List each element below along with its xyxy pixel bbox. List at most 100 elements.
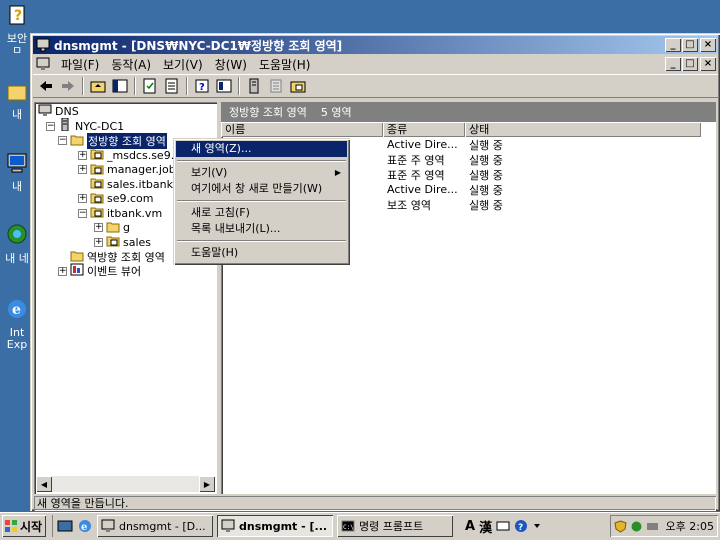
menu-file[interactable]: 파일(F): [55, 56, 105, 73]
tree-node[interactable]: − NYC-DC1: [46, 117, 124, 134]
records-button[interactable]: [265, 76, 287, 96]
console-body: DNS − NYC-DC1− 정방향 조회 영역 + _msdcs.se9. + manage…: [34, 102, 716, 494]
tree-expander[interactable]: +: [58, 266, 67, 276]
svg-text:?: ?: [518, 523, 523, 533]
up-level-button[interactable]: [87, 76, 109, 96]
properties-button[interactable]: [139, 76, 161, 96]
tree-expander[interactable]: +: [94, 237, 103, 247]
internet-explorer-icon[interactable]: e: [77, 518, 93, 534]
show-desktop-icon[interactable]: [57, 518, 73, 534]
forward-button[interactable]: [57, 76, 79, 96]
dns-icon: [36, 38, 50, 52]
maximize-button[interactable]: □: [682, 38, 698, 52]
desktop-icon-network[interactable]: 내 네: [0, 222, 34, 265]
internet-explorer-icon: e: [8, 300, 26, 318]
desktop-icon-computer[interactable]: 내: [0, 150, 34, 193]
toolbar-separator: [186, 77, 188, 95]
tree-node[interactable]: + sales: [94, 235, 151, 250]
scroll-left-icon[interactable]: ◀: [36, 476, 52, 492]
tree-node[interactable]: sales.itbank.: [78, 177, 176, 192]
taskbar-button[interactable]: dnsmgmt - [D...: [97, 515, 213, 537]
menu-separator: [177, 240, 346, 242]
minimize-button[interactable]: _: [665, 38, 681, 52]
help-icon: ?: [195, 79, 209, 93]
menu-separator: [177, 200, 346, 202]
tree-expander[interactable]: −: [58, 136, 67, 145]
context-menu-item[interactable]: 도움말(H): [176, 245, 347, 261]
column-status[interactable]: 상태: [465, 122, 701, 137]
tree-node[interactable]: + manager.jobl: [78, 162, 179, 177]
ime-keyboard-icon[interactable]: [496, 519, 510, 533]
tree-expander[interactable]: +: [78, 150, 87, 160]
context-menu-item[interactable]: 보기(V) ▶: [176, 165, 347, 181]
desktop-icon-label: 내: [11, 181, 23, 193]
dns-icon: [38, 104, 55, 120]
menu-help[interactable]: 도움말(H): [253, 56, 317, 73]
svg-text:?: ?: [14, 8, 22, 24]
zone-status: 실행 중: [469, 138, 503, 152]
tree-node-label: manager.jobl: [107, 163, 179, 176]
back-arrow-icon: [40, 81, 52, 91]
help-button[interactable]: ?: [191, 76, 213, 96]
close-button[interactable]: ×: [700, 38, 716, 52]
toolbar: ?: [33, 74, 718, 98]
tree-node[interactable]: + 이벤트 뷰어: [58, 263, 141, 279]
menu-view[interactable]: 보기(V): [157, 56, 209, 73]
tree-node[interactable]: + g: [94, 220, 130, 235]
desktop-icon-security[interactable]: ? 보안 ㅁ: [0, 2, 34, 57]
desktop-icon-ie[interactable]: e Int Exp: [0, 296, 34, 351]
tree-node[interactable]: DNS: [38, 104, 79, 119]
scroll-right-icon[interactable]: ▶: [199, 476, 215, 492]
tree-expander[interactable]: +: [94, 223, 103, 232]
zone-button[interactable]: [287, 76, 309, 96]
tree-expander[interactable]: +: [78, 165, 87, 174]
tree-node[interactable]: − 정방향 조회 영역: [58, 132, 167, 149]
desktop-icon-documents[interactable]: 내: [0, 78, 34, 121]
desktop-icon-label: Int: [9, 327, 25, 339]
taskbar-button[interactable]: C:\ 명령 프롬프트: [337, 515, 453, 537]
clock[interactable]: 오후 2:05: [666, 518, 714, 534]
context-menu-item[interactable]: 여기에서 창 새로 만들기(W): [176, 181, 347, 197]
tree-expander[interactable]: +: [78, 194, 87, 203]
child-restore-button[interactable]: □: [682, 57, 698, 71]
child-minimize-button[interactable]: _: [665, 57, 681, 71]
export-list-button[interactable]: [161, 76, 183, 96]
back-button[interactable]: [35, 76, 57, 96]
network-tray-icon[interactable]: [630, 520, 643, 533]
console-icon[interactable]: [35, 56, 51, 72]
context-menu: 새 영역(Z)... 보기(V) ▶ 여기에서 창 새로 만들기(W) 새로 고침(F)…: [173, 138, 350, 265]
tree-node[interactable]: − itbank.vm: [78, 206, 162, 221]
ime-mode[interactable]: A: [465, 519, 475, 534]
menu-window[interactable]: 창(W): [209, 56, 253, 73]
tree-expander[interactable]: −: [46, 121, 55, 131]
details-header: 정방향 조회 영역 5 영역: [221, 102, 716, 122]
desktop-icon-label: ㅁ: [11, 45, 23, 57]
column-type[interactable]: 종류: [383, 122, 465, 137]
tree-node[interactable]: + se9.com: [78, 191, 154, 206]
context-menu-item[interactable]: 목록 내보내기(L)...: [176, 221, 347, 237]
ime-help-icon[interactable]: ?: [514, 519, 528, 533]
column-name[interactable]: 이름: [221, 122, 383, 137]
view-button[interactable]: [213, 76, 235, 96]
taskbar-button[interactable]: dnsmgmt - [...: [217, 515, 333, 537]
toolbar-separator: [238, 77, 240, 95]
quick-launch: e: [52, 515, 93, 537]
context-menu-item[interactable]: 새로 고침(F): [176, 205, 347, 221]
volume-icon[interactable]: [646, 520, 659, 533]
start-button[interactable]: 시작: [2, 515, 46, 537]
tree-horizontal-scrollbar[interactable]: ◀ ▶: [36, 476, 215, 492]
tree-expander[interactable]: −: [78, 208, 87, 218]
menu-action[interactable]: 동작(A): [105, 56, 157, 73]
ime-options-icon[interactable]: [532, 519, 542, 533]
start-label: 시작: [20, 519, 43, 534]
server-button[interactable]: [243, 76, 265, 96]
title-bar[interactable]: dnsmgmt - [DNS₩NYC-DC1₩정방향 조회 영역] _ □ ×: [33, 36, 718, 54]
child-close-button[interactable]: ×: [700, 57, 716, 71]
show-hide-tree-button[interactable]: [109, 76, 131, 96]
security-shield-icon[interactable]: [613, 519, 627, 533]
context-menu-item[interactable]: 새 영역(Z)...: [176, 141, 347, 157]
desktop-icon-label: 내 네: [5, 253, 29, 265]
tree-node[interactable]: + _msdcs.se9.: [78, 148, 174, 163]
tree-node[interactable]: 역방향 조회 영역: [58, 249, 165, 264]
ime-hanja[interactable]: 漢: [479, 517, 492, 536]
